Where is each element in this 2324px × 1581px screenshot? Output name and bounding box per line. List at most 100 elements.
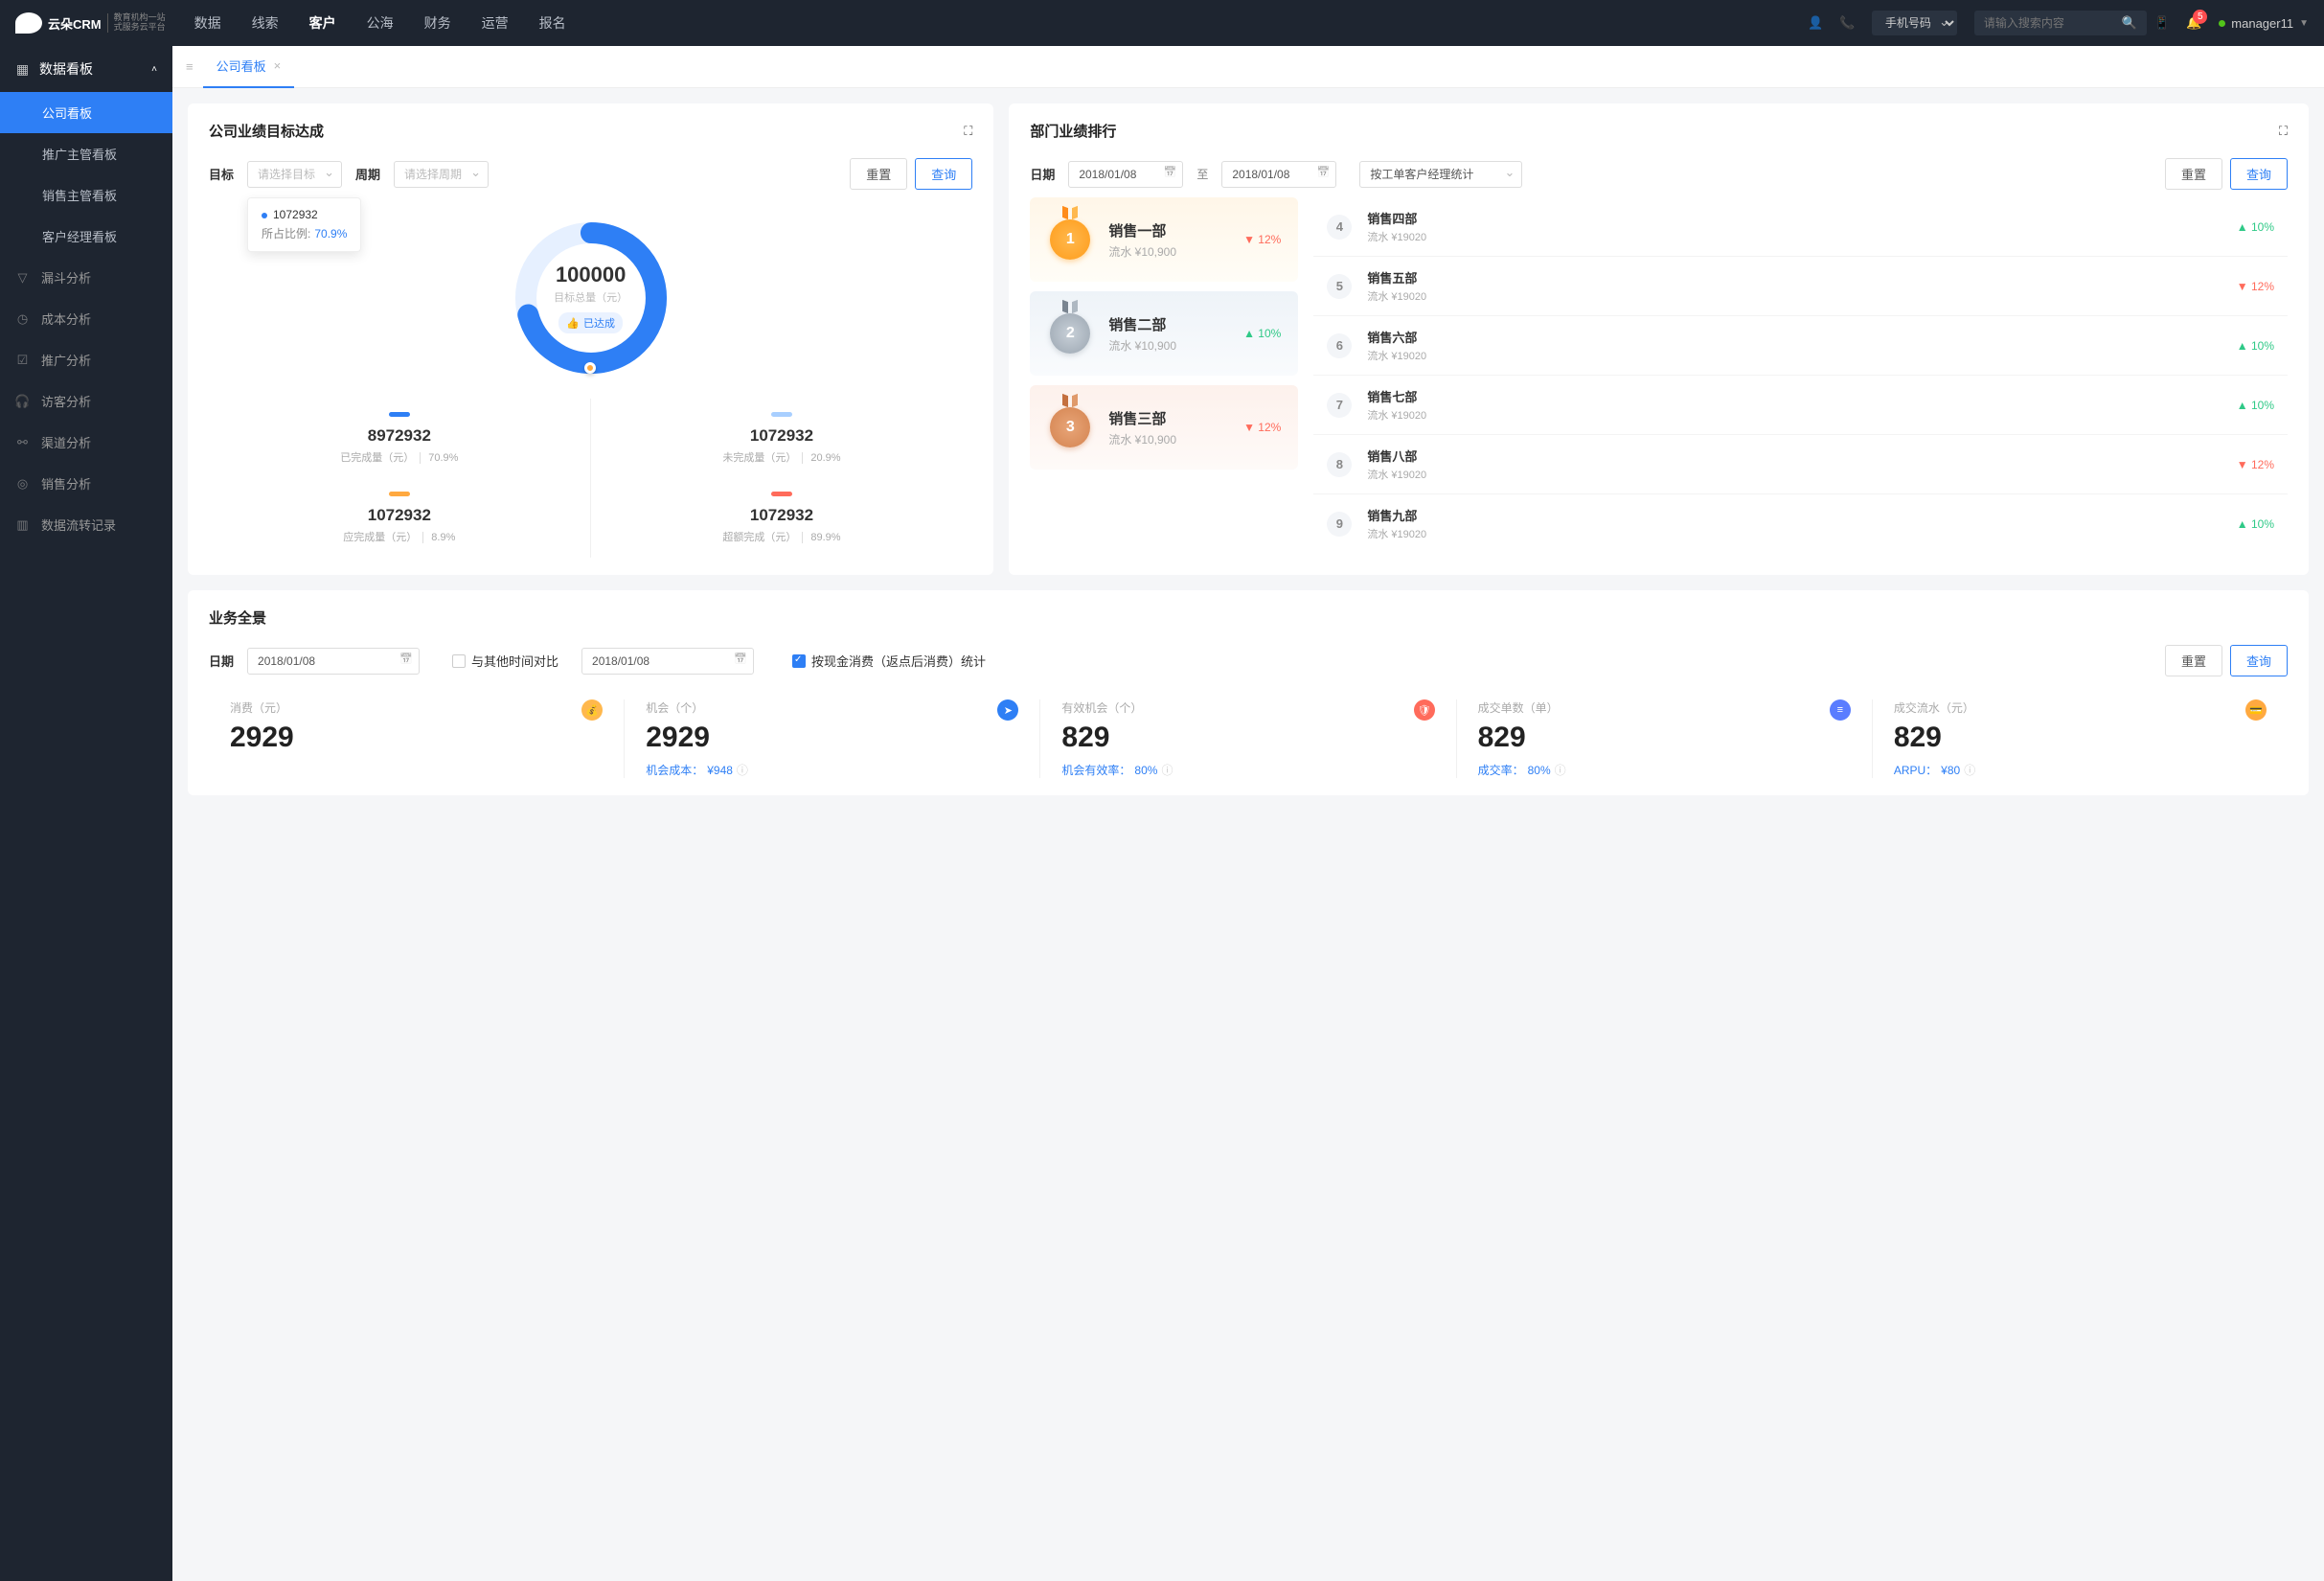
mobile-icon[interactable]: 📱 <box>2154 16 2169 31</box>
search-icon[interactable]: 🔍 <box>2122 15 2137 31</box>
help-icon[interactable]: ⓘ <box>1555 762 1566 778</box>
reset-button[interactable]: 重置 <box>850 158 907 190</box>
stat-incomplete: 1072932未完成量（元）20.9% <box>591 399 973 478</box>
help-icon[interactable]: ⓘ <box>1161 762 1173 778</box>
category-icon: 🎧 <box>15 394 30 408</box>
status-dot-icon <box>2219 20 2225 27</box>
period-label: 周期 <box>355 165 380 183</box>
target-label: 目标 <box>209 165 234 183</box>
sidebar-category[interactable]: ◷成本分析 <box>0 298 172 339</box>
rank-medal-row: 1销售一部流水 ¥10,900▼ 12% <box>1030 197 1298 282</box>
target-select[interactable]: 请选择目标 <box>247 161 342 188</box>
search-input[interactable] <box>1974 11 2147 35</box>
category-icon: ◷ <box>15 311 30 326</box>
sidebar-category[interactable]: ☑推广分析 <box>0 339 172 380</box>
user-icon[interactable]: 👤 <box>1809 16 1823 31</box>
rank-list-item: 8销售八部流水 ¥19020▼ 12% <box>1313 435 2288 494</box>
sidebar-category[interactable]: 🎧访客分析 <box>0 380 172 422</box>
query-button[interactable]: 查询 <box>2230 158 2288 190</box>
nav-item[interactable]: 报名 <box>539 13 566 33</box>
query-button[interactable]: 查询 <box>2230 645 2288 676</box>
sidebar-category[interactable]: ⚯渠道分析 <box>0 422 172 463</box>
compare-checkbox[interactable] <box>452 654 466 668</box>
date-input-1[interactable] <box>247 648 420 675</box>
search-type-select[interactable]: 手机号码 <box>1872 11 1957 35</box>
query-button[interactable]: 查询 <box>915 158 972 190</box>
category-icon: ⚯ <box>15 435 30 449</box>
metric: 💳成交流水（元）829ARPU：¥80ⓘ <box>1873 699 2288 778</box>
stat-expected: 1072932应完成量（元）8.9% <box>209 478 591 558</box>
expand-icon[interactable]: ⛶ <box>964 124 972 139</box>
notification-badge: 5 <box>2193 10 2207 24</box>
stat-exceed: 1072932超额完成（元）89.9% <box>591 478 973 558</box>
category-icon: ▥ <box>15 517 30 532</box>
reset-button[interactable]: 重置 <box>2165 645 2222 676</box>
date-to-input[interactable] <box>1221 161 1336 188</box>
sidebar-item[interactable]: 公司看板 <box>0 92 172 133</box>
period-select[interactable]: 请选择周期 <box>394 161 489 188</box>
sidebar-category[interactable]: ◎销售分析 <box>0 463 172 504</box>
dashboard-icon: ▦ <box>15 62 30 77</box>
change-badge: ▲ 10% <box>2237 339 2274 353</box>
sidebar-item[interactable]: 推广主管看板 <box>0 133 172 174</box>
chart-tooltip: 1072932 所占比例:70.9% <box>247 197 361 252</box>
sidebar-header[interactable]: ▦数据看板 ˄ <box>0 46 172 92</box>
nav-item[interactable]: 财务 <box>424 13 451 33</box>
metric-icon: 🛡 <box>1414 699 1435 721</box>
help-icon[interactable]: ⓘ <box>1964 762 1975 778</box>
user-menu[interactable]: manager11 ▼ <box>2219 16 2309 31</box>
rank-list-item: 5销售五部流水 ¥19020▼ 12% <box>1313 257 2288 316</box>
nav-item[interactable]: 公海 <box>367 13 394 33</box>
nav-item[interactable]: 线索 <box>252 13 279 33</box>
date-from-input[interactable] <box>1068 161 1183 188</box>
metric-icon: ➤ <box>997 699 1018 721</box>
rank-list-item: 6销售六部流水 ¥19020▲ 10% <box>1313 316 2288 376</box>
change-badge: ▲ 10% <box>2237 220 2274 234</box>
sidebar-item[interactable]: 客户经理看板 <box>0 216 172 257</box>
nav-item[interactable]: 客户 <box>309 13 336 33</box>
category-icon: ▽ <box>15 270 30 285</box>
expand-icon[interactable]: ⛶ <box>2279 124 2288 139</box>
change-badge: ▲ 10% <box>1243 327 1281 340</box>
sidebar-category[interactable]: ▥数据流转记录 <box>0 504 172 545</box>
notification-icon[interactable]: 🔔5 <box>2186 15 2201 31</box>
tab-company-board[interactable]: 公司看板 × <box>203 46 295 88</box>
close-icon[interactable]: × <box>274 58 282 73</box>
achieved-badge: 👍已达成 <box>558 312 623 333</box>
reset-button[interactable]: 重置 <box>2165 158 2222 190</box>
sidebar-item[interactable]: 销售主管看板 <box>0 174 172 216</box>
help-icon[interactable]: ⓘ <box>737 762 748 778</box>
goal-title: 公司业绩目标达成 <box>209 121 324 141</box>
cash-checkbox[interactable] <box>792 654 806 668</box>
medal-icon: 2 <box>1047 310 1093 356</box>
main-nav: 数据 线索 客户 公海 财务 运营 报名 <box>194 13 566 33</box>
nav-item[interactable]: 运营 <box>482 13 509 33</box>
stat-completed: 8972932已完成量（元）70.9% <box>209 399 591 478</box>
phone-icon[interactable]: 📞 <box>1840 16 1855 31</box>
goal-card: 公司业绩目标达成 ⛶ 目标 请选择目标 周期 请选择周期 重置 查询 <box>188 103 993 575</box>
menu-icon[interactable]: ≡ <box>186 59 194 74</box>
change-badge: ▲ 10% <box>2237 399 2274 412</box>
main-content: ≡ 公司看板 × 公司业绩目标达成 ⛶ 目标 请选择目标 周期 <box>172 46 2324 1581</box>
rank-list-item: 7销售七部流水 ¥19020▲ 10% <box>1313 376 2288 435</box>
nav-item[interactable]: 数据 <box>194 13 221 33</box>
stat-mode-select[interactable]: 按工单客户经理统计 <box>1359 161 1522 188</box>
chevron-down-icon: ▼ <box>2299 18 2309 29</box>
thumbs-up-icon: 👍 <box>566 317 580 330</box>
change-badge: ▼ 12% <box>2237 458 2274 471</box>
rank-medal-row: 3销售三部流水 ¥10,900▼ 12% <box>1030 385 1298 470</box>
logo[interactable]: 云朵CRM 教育机构一站式服务云平台 <box>15 12 166 34</box>
cloud-icon <box>15 12 42 34</box>
change-badge: ▼ 12% <box>1243 421 1281 434</box>
metric-icon: ≡ <box>1830 699 1851 721</box>
donut-chart: 1072932 所占比例:70.9% 100000 目标总量（元） <box>209 197 972 389</box>
sidebar-category[interactable]: ▽漏斗分析 <box>0 257 172 298</box>
change-badge: ▼ 12% <box>1243 233 1281 246</box>
date-label: 日期 <box>209 652 234 670</box>
metric: ➤机会（个）2929机会成本：¥948ⓘ <box>625 699 1040 778</box>
date-input-2[interactable] <box>581 648 754 675</box>
rank-card: 部门业绩排行 ⛶ 日期 至 按工单客户经理统计 重置 查询 <box>1009 103 2309 575</box>
rank-medal-row: 2销售二部流水 ¥10,900▲ 10% <box>1030 291 1298 376</box>
change-badge: ▼ 12% <box>2237 280 2274 293</box>
metric-icon: 💰 <box>581 699 603 721</box>
